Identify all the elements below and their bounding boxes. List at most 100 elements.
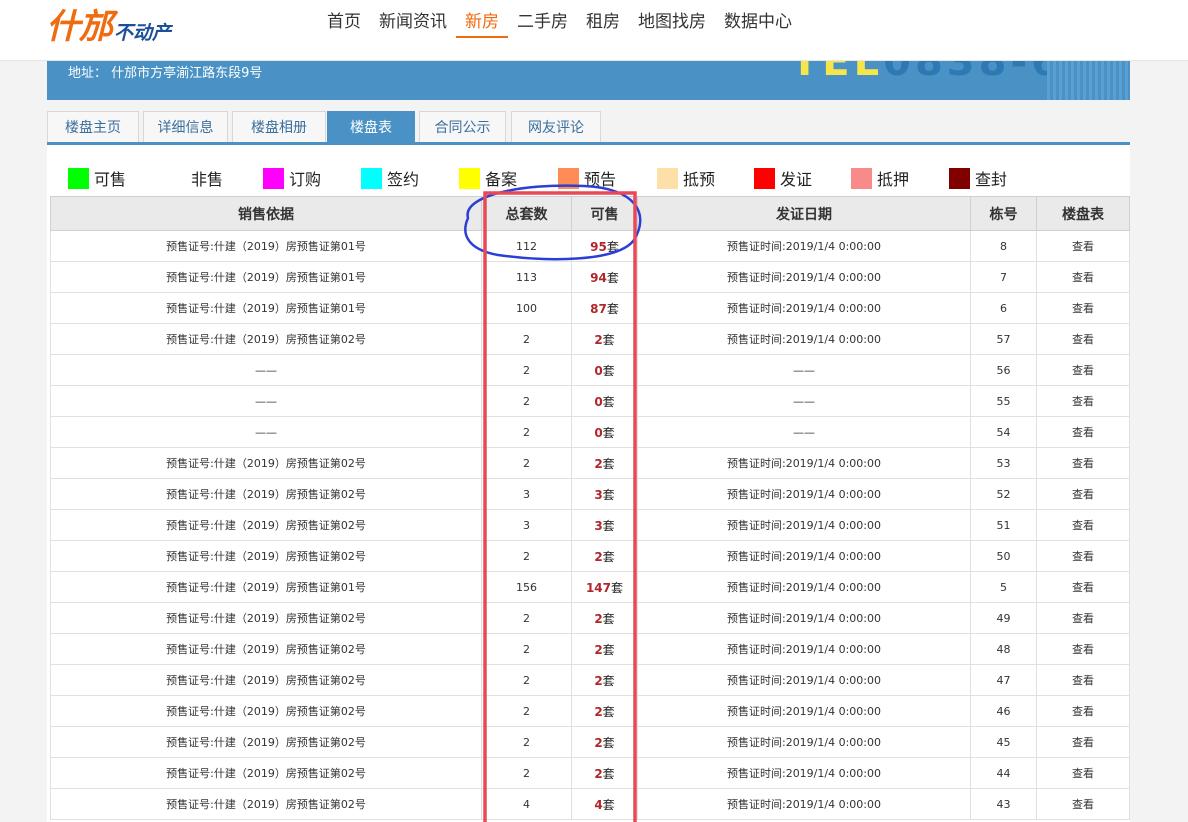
table-row: 预售证号:什建（2019）房预售证第02号 2 2套 预售证时间:2019/1/4 0… (50, 633, 1130, 665)
total-units-cell: 156 (481, 571, 572, 603)
tab-item[interactable]: 合同公示 (419, 111, 506, 142)
building-number-cell: 46 (970, 695, 1037, 727)
building-number-cell: 48 (970, 633, 1037, 665)
view-link[interactable]: 查看 (1036, 354, 1130, 386)
nav-item[interactable]: 新闻资讯 (370, 8, 456, 38)
building-number-cell: 56 (970, 354, 1037, 386)
table-row: —— 2 0套 —— 54 查看 (50, 416, 1130, 448)
building-number-cell: 57 (970, 323, 1037, 355)
unit-label: 套 (602, 766, 615, 781)
building-number-cell: 47 (970, 664, 1037, 696)
view-link[interactable]: 查看 (1036, 416, 1130, 448)
legend-item: 备案 (459, 166, 517, 190)
available-count: 0 (594, 425, 603, 440)
legend-item: 预告 (558, 166, 616, 190)
sale-basis-cell: 预售证号:什建（2019）房预售证第01号 (50, 292, 482, 324)
tab-item[interactable]: 楼盘表 (327, 111, 415, 142)
nav-item[interactable]: 首页 (318, 8, 370, 38)
project-address: 地址： 什邡市方亭湔江路东段9号 (68, 66, 263, 81)
total-units-cell: 2 (481, 354, 572, 386)
nav-item[interactable]: 地图找房 (629, 8, 715, 38)
sale-basis-cell: 预售证号:什建（2019）房预售证第02号 (50, 757, 482, 789)
tab-item[interactable]: 楼盘相册 (232, 111, 326, 142)
available-units-cell: 2套 (571, 633, 638, 665)
view-link[interactable]: 查看 (1036, 323, 1130, 355)
sale-basis-cell: 预售证号:什建（2019）房预售证第02号 (50, 726, 482, 758)
unit-label: 套 (602, 363, 615, 378)
view-link[interactable]: 查看 (1036, 695, 1130, 727)
available-count: 0 (594, 394, 603, 409)
permit-date-cell: 预售证时间:2019/1/4 0:00:00 (637, 509, 971, 541)
sale-basis-cell: 预售证号:什建（2019）房预售证第02号 (50, 664, 482, 696)
total-units-cell: 3 (481, 478, 572, 510)
total-units-cell: 2 (481, 323, 572, 355)
nav-item[interactable]: 二手房 (508, 8, 577, 38)
view-link[interactable]: 查看 (1036, 571, 1130, 603)
available-count: 87 (590, 301, 607, 316)
legend-label: 抵预 (683, 170, 716, 189)
total-units-cell: 113 (481, 261, 572, 293)
sale-basis-cell: 预售证号:什建（2019）房预售证第02号 (50, 540, 482, 572)
site-header: 什邡 不动产 首页 新闻资讯 新房 二手房 租房 地图找房 数据中心 (0, 0, 1188, 61)
available-units-cell: 2套 (571, 695, 638, 727)
unit-label: 套 (602, 456, 615, 471)
view-link[interactable]: 查看 (1036, 788, 1130, 820)
table-row: 预售证号:什建（2019）房预售证第01号 100 87套 预售证时间:2019/1/… (50, 292, 1130, 324)
legend-swatch (851, 167, 872, 189)
view-link[interactable]: 查看 (1036, 292, 1130, 324)
unit-label: 套 (602, 642, 615, 657)
site-logo[interactable]: 什邡 不动产 (46, 6, 171, 46)
permit-date-cell: 预售证时间:2019/1/4 0:00:00 (637, 571, 971, 603)
view-link[interactable]: 查看 (1036, 447, 1130, 479)
table-row: 预售证号:什建（2019）房预售证第02号 2 2套 预售证时间:2019/1/4 0… (50, 757, 1130, 789)
view-link[interactable]: 查看 (1036, 664, 1130, 696)
available-units-cell: 2套 (571, 757, 638, 789)
total-units-cell: 2 (481, 416, 572, 448)
building-number-cell: 49 (970, 602, 1037, 634)
view-link[interactable]: 查看 (1036, 230, 1130, 262)
total-units-cell: 2 (481, 695, 572, 727)
view-link[interactable]: 查看 (1036, 633, 1130, 665)
view-link[interactable]: 查看 (1036, 261, 1130, 293)
project-tabs: 楼盘主页 详细信息 楼盘相册 楼盘表 合同公示 网友评论 (47, 111, 1130, 145)
legend-item: 抵押 (851, 166, 909, 190)
legend-item: 订购 (263, 166, 321, 190)
view-link[interactable]: 查看 (1036, 757, 1130, 789)
status-legend: 可售 非售 订购 签约 备案 预告 抵预 发证 抵押 查封 (47, 145, 1130, 196)
view-link[interactable]: 查看 (1036, 478, 1130, 510)
nav-item[interactable]: 新房 (456, 8, 508, 38)
permit-date-cell: 预售证时间:2019/1/4 0:00:00 (637, 633, 971, 665)
legend-item: 查封 (949, 166, 1007, 190)
available-units-cell: 0套 (571, 416, 638, 448)
table-row: 预售证号:什建（2019）房预售证第01号 156 147套 预售证时间:2019/1… (50, 571, 1130, 603)
view-link[interactable]: 查看 (1036, 540, 1130, 572)
legend-swatch (754, 167, 775, 189)
tab-item[interactable]: 楼盘主页 (47, 111, 139, 142)
permit-date-cell: 预售证时间:2019/1/4 0:00:00 (637, 292, 971, 324)
sale-basis-cell: —— (50, 354, 482, 386)
view-link[interactable]: 查看 (1036, 509, 1130, 541)
sale-basis-cell: 预售证号:什建（2019）房预售证第02号 (50, 478, 482, 510)
view-link[interactable]: 查看 (1036, 602, 1130, 634)
unit-label: 套 (611, 580, 624, 595)
building-number-cell: 55 (970, 385, 1037, 417)
nav-item[interactable]: 数据中心 (715, 8, 801, 38)
column-header: 楼盘表 (1036, 196, 1130, 231)
view-link[interactable]: 查看 (1036, 726, 1130, 758)
unit-label: 套 (606, 301, 619, 316)
available-units-cell: 0套 (571, 354, 638, 386)
tab-item[interactable]: 详细信息 (143, 111, 228, 142)
tab-item[interactable]: 网友评论 (511, 111, 601, 142)
total-units-cell: 3 (481, 509, 572, 541)
available-units-cell: 3套 (571, 509, 638, 541)
table-row: 预售证号:什建（2019）房预售证第02号 3 3套 预售证时间:2019/1/4 0… (50, 478, 1130, 510)
available-count: 2 (594, 332, 603, 347)
nav-item[interactable]: 租房 (577, 8, 629, 38)
view-link[interactable]: 查看 (1036, 385, 1130, 417)
legend-item: 抵预 (657, 166, 715, 190)
project-banner: TEL0838-6777777 地址： 什邡市方亭湔江路东段9号 (47, 61, 1130, 100)
available-units-cell: 147套 (571, 571, 638, 603)
sale-basis-cell: 预售证号:什建（2019）房预售证第02号 (50, 788, 482, 820)
available-units-cell: 0套 (571, 385, 638, 417)
total-units-cell: 2 (481, 757, 572, 789)
